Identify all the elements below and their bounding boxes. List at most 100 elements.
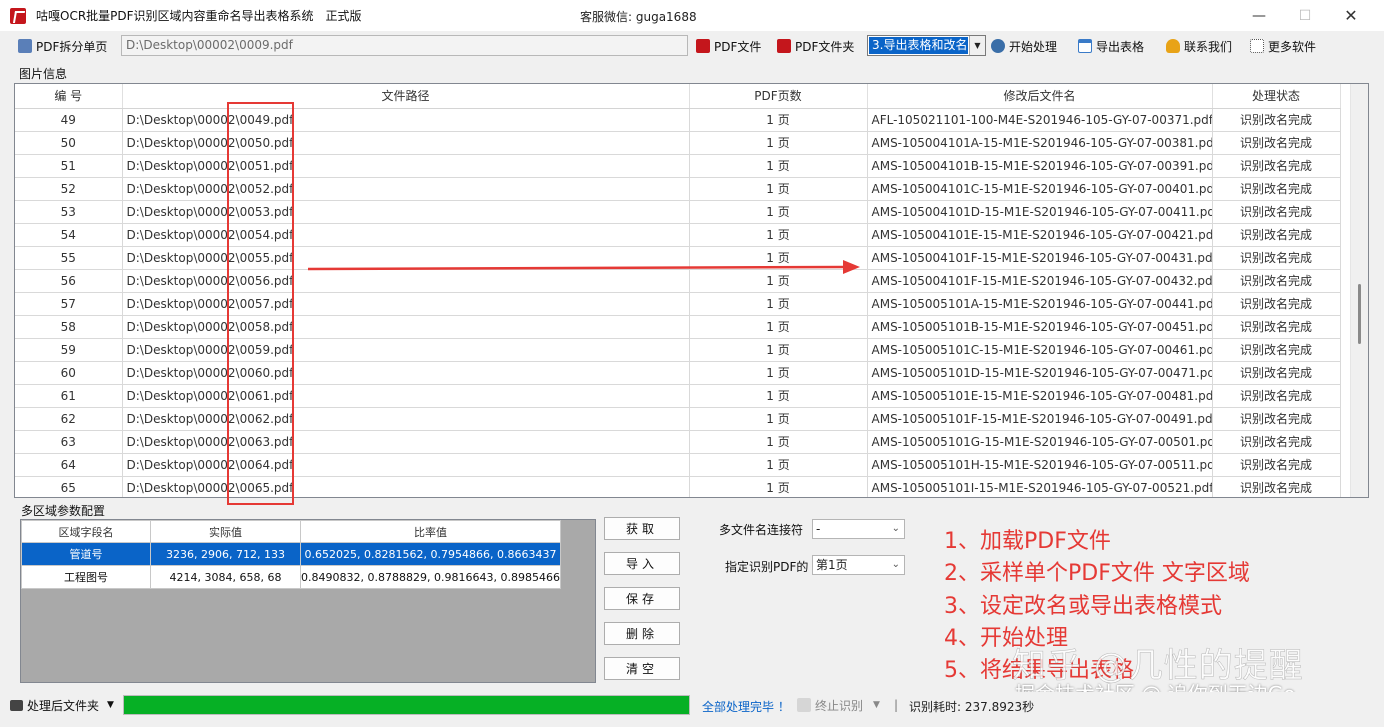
table-row[interactable]: 50 D:\Desktop\00002\0050.pdf 1 页 AMS-105004… (15, 131, 1341, 155)
cell-new-name: AMS-105005101I-15-M1E-S201946-105-GY-07-… (867, 476, 1213, 497)
cell-new-name: AMS-105005101C-15-M1E-S201946-105-GY-07-… (867, 338, 1213, 362)
table-row[interactable]: 56 D:\Desktop\00002\0056.pdf 1 页 AMS-105004… (15, 269, 1341, 293)
table-row[interactable]: 60 D:\Desktop\00002\0060.pdf 1 页 AMS-105005… (15, 361, 1341, 385)
stop-label: 终止识别 (815, 698, 864, 713)
table-row[interactable]: 61 D:\Desktop\00002\0061.pdf 1 页 AMS-105005… (15, 384, 1341, 408)
pdf-file-button[interactable]: PDF文件 (696, 36, 761, 56)
region-row[interactable]: 工程图号 4214, 3084, 658, 68 0.8490832, 0.8788… (21, 565, 561, 589)
table-row[interactable]: 52 D:\Desktop\00002\0052.pdf 1 页 AMS-105004… (15, 177, 1341, 201)
file-table[interactable]: 编 号 文件路径 PDF页数 修改后文件名 处理状态 49 D:\Desktop\… (14, 83, 1369, 498)
cell-new-name: AMS-105005101G-15-M1E-S201946-105-GY-07-… (867, 430, 1213, 454)
contact-button[interactable]: 联系我们 (1166, 36, 1232, 56)
fetch-button[interactable]: 获取 (604, 517, 680, 540)
cell-pages: 1 页 (689, 315, 868, 339)
cell-pages: 1 页 (689, 154, 868, 178)
cell-pages: 1 页 (689, 430, 868, 454)
mode-select[interactable]: 3.导出表格和改名 ▼ (867, 35, 986, 56)
col-header-path[interactable]: 文件路径 (122, 84, 690, 109)
cell-no: 55 (15, 246, 123, 270)
table-row[interactable]: 53 D:\Desktop\00002\0053.pdf 1 页 AMS-105004… (15, 200, 1341, 224)
table-row[interactable]: 55 D:\Desktop\00002\0055.pdf 1 页 AMS-105004… (15, 246, 1341, 270)
cell-no: 49 (15, 108, 123, 132)
images-section-label: 图片信息 (19, 67, 68, 81)
pdf-icon (696, 39, 710, 53)
table-row[interactable]: 59 D:\Desktop\00002\0059.pdf 1 页 AMS-105005… (15, 338, 1341, 362)
progress-fill (124, 696, 689, 714)
table-row[interactable]: 57 D:\Desktop\00002\0057.pdf 1 页 AMS-105005… (15, 292, 1341, 316)
import-button[interactable]: 导入 (604, 552, 680, 575)
table-row[interactable]: 62 D:\Desktop\00002\0062.pdf 1 页 AMS-105005… (15, 407, 1341, 431)
maximize-button[interactable]: ☐ (1282, 0, 1328, 31)
region-row[interactable]: 管道号 3236, 2906, 712, 133 0.652025, 0.82815… (21, 542, 561, 566)
region-col-field[interactable]: 区域字段名 (21, 520, 151, 543)
region-cell-actual: 4214, 3084, 658, 68 (150, 565, 301, 589)
table-row[interactable]: 65 D:\Desktop\00002\0065.pdf 1 页 AMS-105005… (15, 476, 1341, 497)
grid-icon (1250, 39, 1264, 53)
cell-new-name: AFL-105021101-100-M4E-S201946-105-GY-07-… (867, 108, 1213, 132)
cell-new-name: AMS-105004101F-15-M1E-S201946-105-GY-07-… (867, 246, 1213, 270)
start-button[interactable]: 开始处理 (991, 36, 1057, 56)
cell-new-name: AMS-105005101F-15-M1E-S201946-105-GY-07-… (867, 407, 1213, 431)
cell-no: 54 (15, 223, 123, 247)
export-table-button[interactable]: 导出表格 (1078, 36, 1144, 56)
instruction-2: 2、采样单个PDF文件 文字区域 (944, 561, 1250, 586)
cell-path: D:\Desktop\00002\0054.pdf (122, 223, 690, 247)
cell-no: 50 (15, 131, 123, 155)
pdf-folder-label: PDF文件夹 (795, 39, 855, 54)
page-label: 指定识别PDF的 (725, 560, 809, 574)
clear-button[interactable]: 清空 (604, 657, 680, 680)
cell-no: 61 (15, 384, 123, 408)
region-table[interactable]: 区域字段名 实际值 比率值 管道号 3236, 2906, 712, 133 0.6… (20, 519, 596, 683)
col-header-no[interactable]: 编 号 (15, 84, 123, 109)
page-value: 第1页 (816, 558, 848, 572)
cell-new-name: AMS-105004101E-15-M1E-S201946-105-GY-07-… (867, 223, 1213, 247)
title-bar: 咕嘎OCR批量PDF识别区域内容重命名导出表格系统 正式版 客服微信: guga… (0, 0, 1384, 31)
cell-path: D:\Desktop\00002\0057.pdf (122, 292, 690, 316)
pdf-folder-icon (777, 39, 791, 53)
table-row[interactable]: 51 D:\Desktop\00002\0051.pdf 1 页 AMS-105004… (15, 154, 1341, 178)
table-row[interactable]: 64 D:\Desktop\00002\0064.pdf 1 页 AMS-105005… (15, 453, 1341, 477)
scrollbar-thumb[interactable] (1358, 284, 1361, 344)
minimize-button[interactable]: — (1236, 0, 1282, 31)
pdf-path-field[interactable]: D:\Desktop\00002\0009.pdf (121, 35, 688, 56)
instruction-1: 1、加载PDF文件 (944, 529, 1111, 554)
col-header-pages[interactable]: PDF页数 (689, 84, 868, 109)
pdf-folder-button[interactable]: PDF文件夹 (777, 36, 854, 56)
joiner-select[interactable]: - ⌄ (812, 519, 905, 539)
cell-path: D:\Desktop\00002\0061.pdf (122, 384, 690, 408)
table-row[interactable]: 58 D:\Desktop\00002\0058.pdf 1 页 AMS-105005… (15, 315, 1341, 339)
cell-path: D:\Desktop\00002\0060.pdf (122, 361, 690, 385)
output-folder-button[interactable]: 处理后文件夹 ▼ (10, 695, 114, 715)
cell-pages: 1 页 (689, 292, 868, 316)
split-icon (18, 39, 32, 53)
cell-no: 62 (15, 407, 123, 431)
close-button[interactable]: ✕ (1328, 0, 1374, 31)
region-col-actual[interactable]: 实际值 (150, 520, 301, 543)
table-row[interactable]: 54 D:\Desktop\00002\0054.pdf 1 页 AMS-105004… (15, 223, 1341, 247)
region-col-ratio[interactable]: 比率值 (300, 520, 561, 543)
cell-new-name: AMS-105005101E-15-M1E-S201946-105-GY-07-… (867, 384, 1213, 408)
page-select[interactable]: 第1页 ⌄ (812, 555, 905, 575)
cell-status: 识别改名完成 (1212, 338, 1341, 362)
more-software-button[interactable]: 更多软件 (1250, 36, 1316, 56)
pdf-split-button[interactable]: PDF拆分单页 (18, 36, 107, 56)
col-header-new-name[interactable]: 修改后文件名 (867, 84, 1213, 109)
table-row[interactable]: 49 D:\Desktop\00002\0049.pdf 1 页 AFL-105021… (15, 108, 1341, 132)
instruction-3: 3、设定改名或导出表格模式 (944, 594, 1222, 619)
mode-select-value: 3.导出表格和改名 (869, 37, 968, 54)
table-scrollbar[interactable] (1350, 84, 1368, 497)
output-folder-label: 处理后文件夹 (27, 698, 100, 713)
cell-new-name: AMS-105005101H-15-M1E-S201946-105-GY-07-… (867, 453, 1213, 477)
col-header-status[interactable]: 处理状态 (1212, 84, 1341, 109)
cell-path: D:\Desktop\00002\0052.pdf (122, 177, 690, 201)
stop-button[interactable]: 终止识别 ▼ (797, 695, 880, 715)
chevron-down-icon[interactable]: ▼ (969, 36, 985, 55)
cell-status: 识别改名完成 (1212, 177, 1341, 201)
save-button[interactable]: 保存 (604, 587, 680, 610)
delete-button[interactable]: 删除 (604, 622, 680, 645)
cell-no: 57 (15, 292, 123, 316)
table-row[interactable]: 63 D:\Desktop\00002\0063.pdf 1 页 AMS-105005… (15, 430, 1341, 454)
cell-pages: 1 页 (689, 177, 868, 201)
start-label: 开始处理 (1009, 39, 1058, 54)
contact-label: 联系我们 (1184, 39, 1233, 54)
